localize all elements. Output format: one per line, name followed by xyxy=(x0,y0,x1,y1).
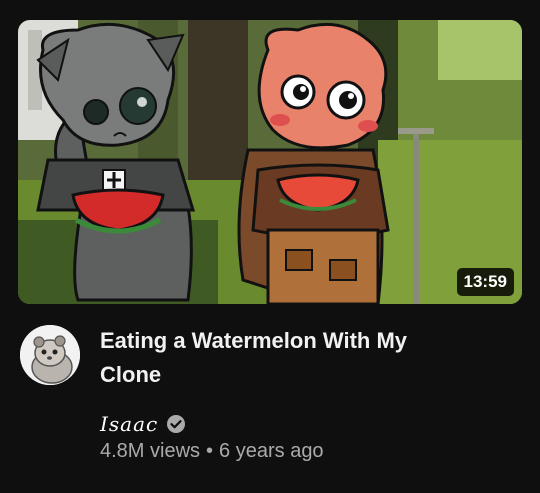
video-title[interactable]: Eating a Watermelon With My Clone xyxy=(100,324,500,392)
meta-separator: • xyxy=(206,440,214,462)
duration-badge: 13:59 xyxy=(456,268,514,296)
channel-name[interactable]: Isaac xyxy=(100,412,158,436)
channel-avatar[interactable] xyxy=(20,325,80,385)
verified-check-icon xyxy=(167,415,186,433)
video-title-line-2: Clone xyxy=(100,362,162,387)
channel-row[interactable]: Isaac xyxy=(100,410,186,438)
view-count: 4.8M views xyxy=(100,440,201,462)
video-card[interactable]: 13:59 Eating a Watermelon With My Clone … xyxy=(0,0,540,493)
upload-age: 6 years ago xyxy=(219,440,324,462)
video-metadata: 4.8M views • 6 years ago xyxy=(100,440,324,463)
video-title-line-1: Eating a Watermelon With My xyxy=(100,328,408,353)
thumbnail-image xyxy=(18,20,522,304)
video-thumbnail[interactable]: 13:59 xyxy=(18,20,522,304)
ferret-avatar-icon xyxy=(20,325,80,385)
